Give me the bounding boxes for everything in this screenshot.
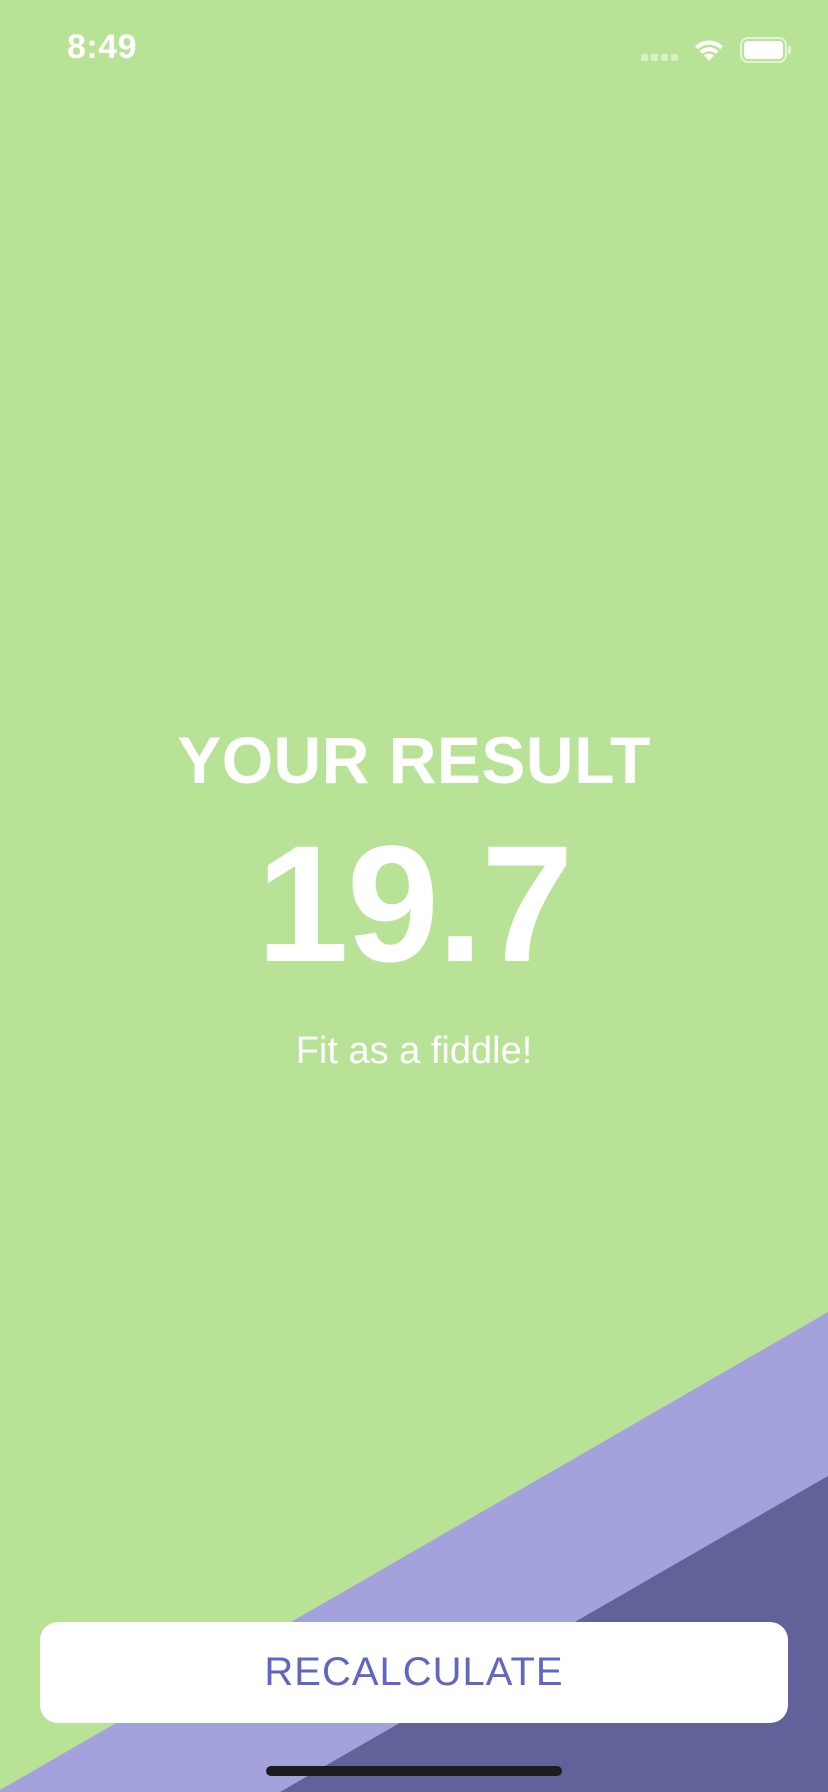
battery-icon xyxy=(740,37,791,63)
result-screen: 8:49 YOUR RESULT 19.7 Fit as a fiddle! R… xyxy=(0,0,828,1792)
home-indicator[interactable] xyxy=(266,1766,562,1776)
bmi-value: 19.7 xyxy=(256,812,573,997)
recalculate-button[interactable]: RECALCULATE xyxy=(40,1622,788,1723)
result-content: YOUR RESULT 19.7 Fit as a fiddle! xyxy=(0,720,828,1074)
signal-icon xyxy=(641,39,678,61)
wifi-icon xyxy=(695,40,723,61)
result-message: Fit as a fiddle! xyxy=(295,1030,533,1072)
result-title: YOUR RESULT xyxy=(177,723,651,797)
status-icons xyxy=(641,36,792,64)
status-bar: 8:49 xyxy=(0,0,828,100)
status-time: 8:49 xyxy=(67,28,138,66)
